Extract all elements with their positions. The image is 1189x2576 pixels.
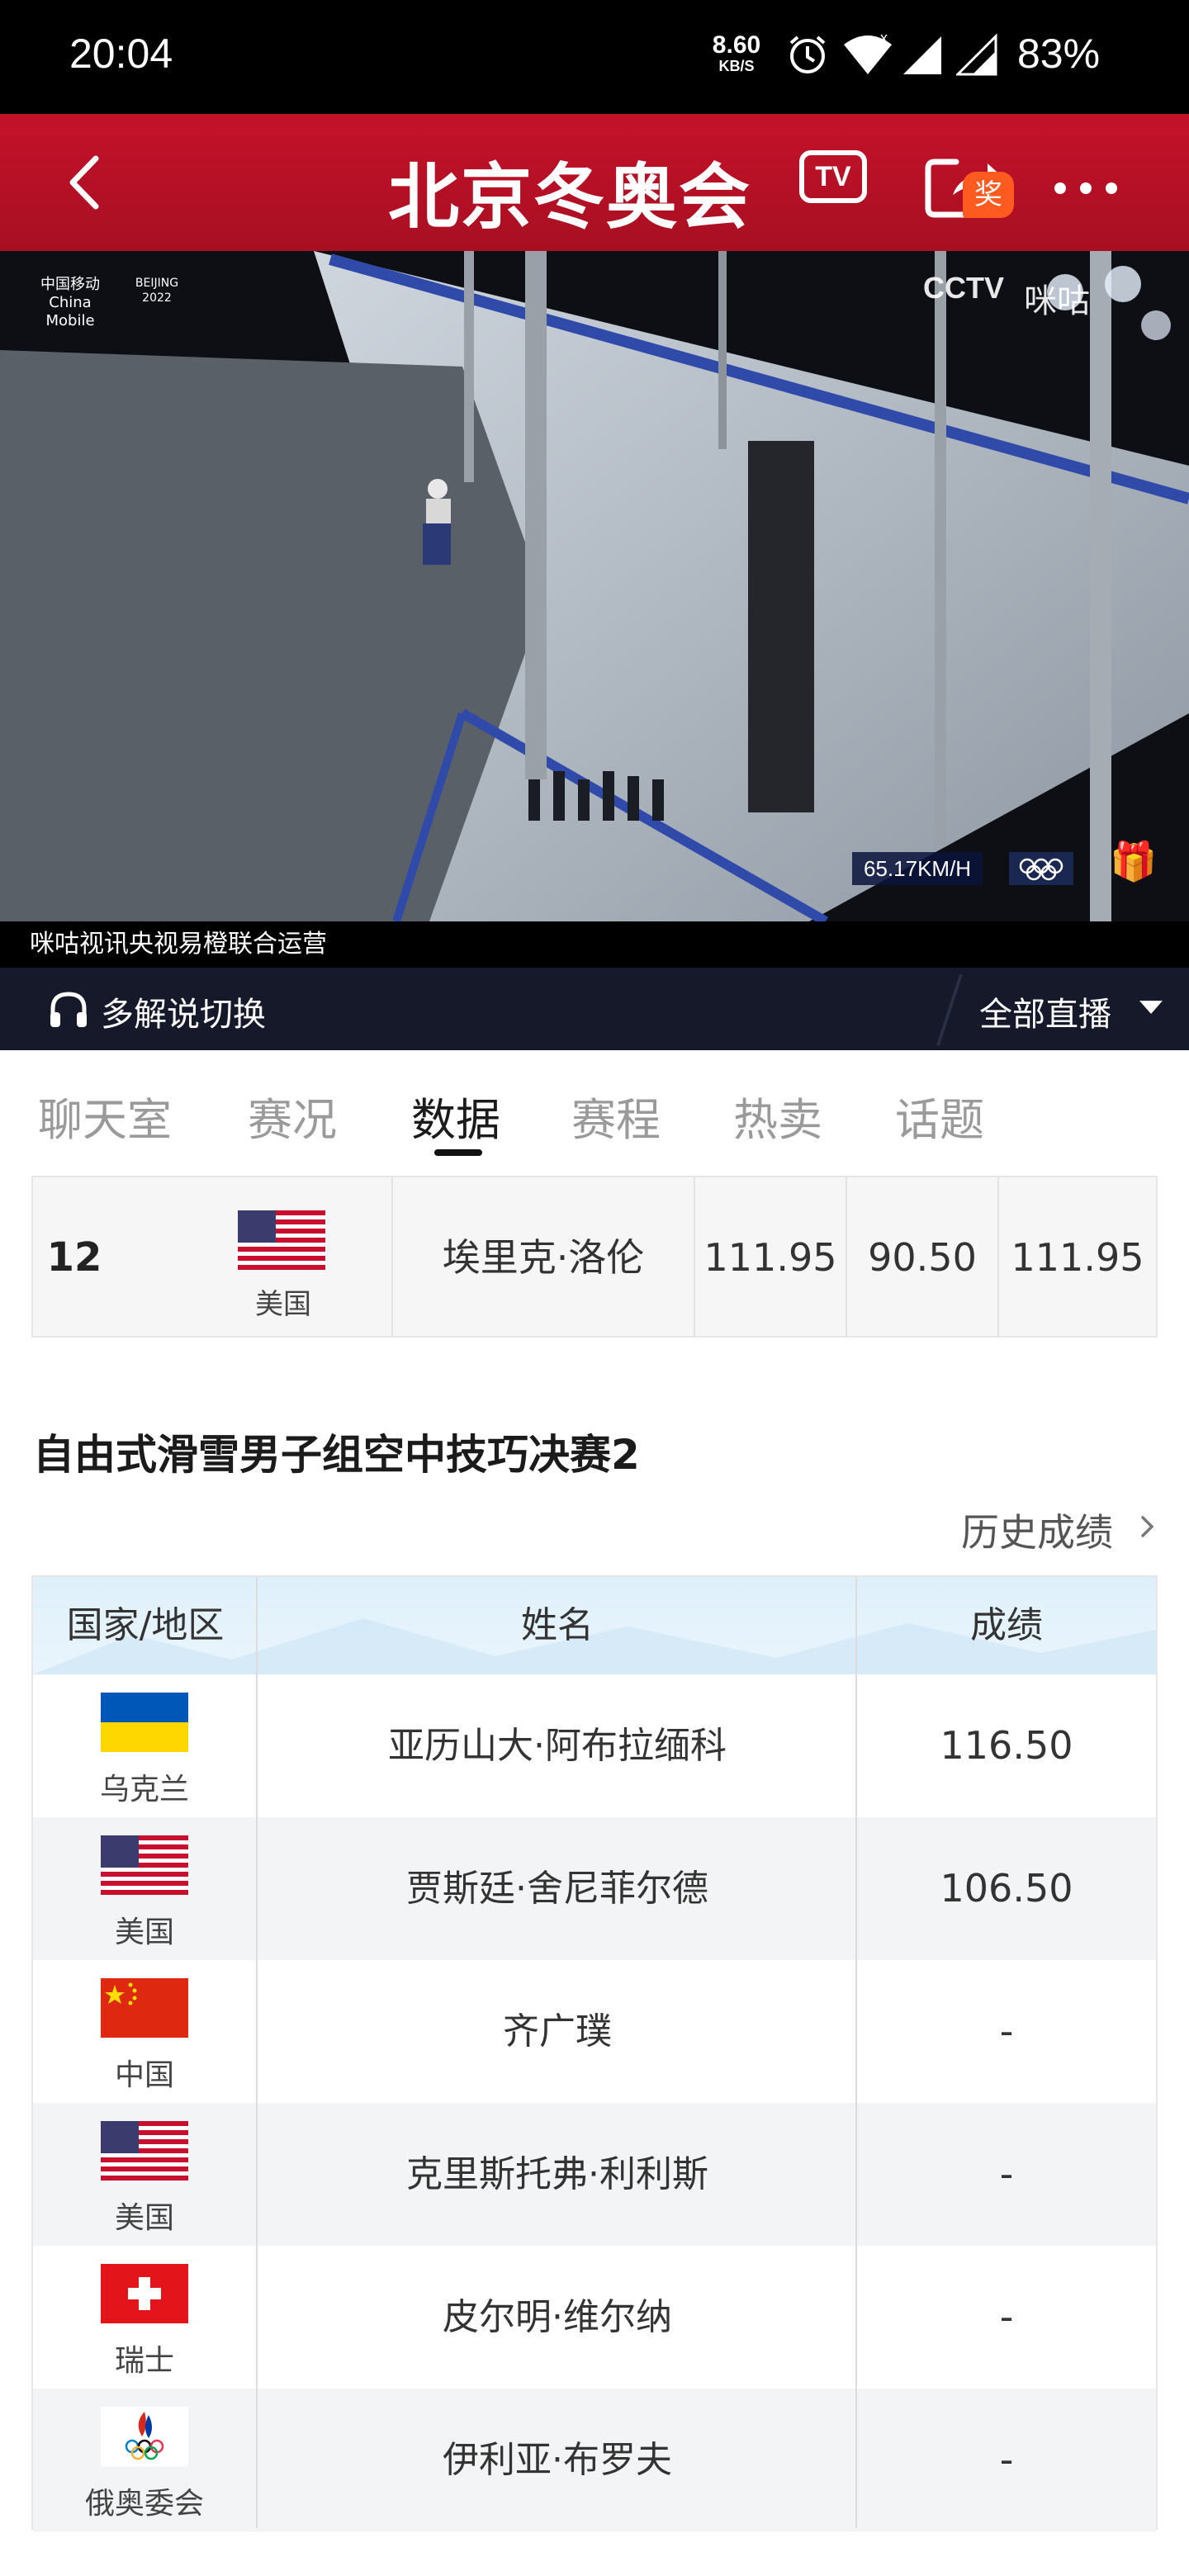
table-row: 美国 克里斯托弗·利利斯 -: [33, 2103, 1156, 2246]
roc-flag-icon: [101, 2407, 188, 2466]
network-speed: 8.60 KB/S: [703, 31, 770, 75]
rank-cell: 12: [46, 1234, 102, 1281]
country-label: 美国: [114, 1915, 174, 1949]
athlete-name: 贾斯廷·舍尼菲尔德: [406, 1868, 708, 1910]
reward-badge[interactable]: 奖: [963, 172, 1014, 218]
chevron-right-icon[interactable]: [1135, 1514, 1159, 1539]
network-speed-unit: KB/S: [718, 58, 755, 74]
history-results-link[interactable]: 历史成绩: [961, 1503, 1113, 1557]
table-row: 中国 齐广璞 -: [33, 1960, 1156, 2103]
athlete-name: 伊利亚·布罗夫: [443, 2439, 672, 2481]
score-cell: -: [999, 2152, 1014, 2196]
tab-data[interactable]: 数据: [411, 1083, 500, 1148]
tab-schedule[interactable]: 赛程: [571, 1083, 661, 1148]
headphones-icon[interactable]: [48, 989, 89, 1030]
more-options-icon[interactable]: [1049, 176, 1123, 201]
section-title: 自由式滑雪男子组空中技巧决赛2: [33, 1431, 640, 1479]
athlete-name: 齐广璞: [503, 2010, 612, 2053]
olympic-rings-icon: [1009, 852, 1073, 885]
score-cell: -: [999, 2294, 1014, 2339]
active-tab-indicator: [434, 1149, 482, 1156]
score-cell: 106.50: [940, 1866, 1073, 1911]
column-divider: [256, 1577, 258, 2528]
us-flag-icon: [238, 1210, 325, 1270]
score-cell: 111.95: [1011, 1235, 1144, 1280]
tab-hot-sale[interactable]: 热卖: [733, 1083, 822, 1148]
ski-slope-scene: [0, 251, 1189, 921]
video-caption: 咪咕视讯央视易橙联合运营: [0, 921, 1189, 968]
score-cell: 116.50: [940, 1723, 1073, 1768]
header-name: 姓名: [521, 1604, 594, 1646]
gift-icon[interactable]: 🎁: [1110, 839, 1157, 884]
table-row: 乌克兰 亚历山大·阿布拉缅科 116.50: [33, 1674, 1156, 1817]
results-table: 国家/地区 姓名 成绩 乌克兰 亚历山大·阿布拉缅科 116.50 美国 贾斯廷…: [31, 1575, 1158, 2531]
commentary-bar: 多解说切换 全部直播: [0, 968, 1189, 1050]
commentary-switch-button[interactable]: 多解说切换: [101, 987, 266, 1035]
page-title: 北京冬奥会: [388, 156, 751, 239]
beijing-2022-logo: BEIJING 2022: [124, 276, 190, 305]
svg-text:x: x: [880, 33, 888, 46]
table-header: 国家/地区 姓名 成绩: [33, 1577, 1156, 1674]
athlete-name: 克里斯托弗·利利斯: [406, 2153, 708, 2195]
country-label: 乌克兰: [99, 1773, 189, 1807]
country-label: 美国: [255, 1288, 311, 1321]
table-row: 俄奥委会 伊利亚·布罗夫 -: [33, 2389, 1156, 2531]
header-country: 国家/地区: [66, 1604, 225, 1646]
table-row: 12 美国 埃里克·洛伦 111.95 90.50 111.95: [31, 1176, 1158, 1338]
cell-signal-icon: [903, 36, 941, 74]
switzerland-flag-icon: [101, 2264, 188, 2323]
score-cell: 90.50: [847, 1177, 999, 1338]
tab-topics[interactable]: 话题: [895, 1083, 984, 1148]
commentary-divider: [936, 974, 963, 1045]
china-mobile-logo: 中国移动 China Mobile: [25, 276, 116, 330]
athlete-name: 皮尔明·维尔纳: [443, 2296, 672, 2338]
athlete-name: 亚历山大·阿布拉缅科: [388, 1725, 727, 1767]
sponsor-logo-line2: China Mobile: [45, 294, 95, 329]
cctv-logo: CCTV: [923, 271, 1004, 305]
tab-match-status[interactable]: 赛况: [248, 1083, 337, 1148]
china-flag-icon: [101, 1978, 188, 2038]
header-score: 成绩: [970, 1604, 1043, 1646]
content-tabs: 聊天室 赛况 数据 赛程 热卖 话题: [0, 1050, 1189, 1174]
status-bar: 20:04 8.60 KB/S x 83%: [0, 0, 1189, 114]
tab-chatroom[interactable]: 聊天室: [38, 1083, 172, 1148]
country-label: 俄奥委会: [84, 2487, 204, 2521]
table-row: 美国 贾斯廷·舍尼菲尔德 106.50: [33, 1817, 1156, 1960]
tv-badge: TV: [799, 150, 867, 203]
migu-logo: 咪咕: [1024, 282, 1090, 320]
network-speed-value: 8.60: [712, 31, 761, 59]
ukraine-flag-icon: [101, 1693, 188, 1752]
country-label: 美国: [114, 2201, 174, 2235]
wifi-icon: x: [844, 33, 892, 74]
games-logo-text: BEIJING 2022: [135, 277, 179, 305]
clock: 20:04: [69, 31, 173, 77]
app-header: 北京冬奥会 TV 奖: [0, 114, 1189, 251]
battery-level: 83%: [1017, 31, 1101, 77]
score-cell: -: [999, 2437, 1014, 2482]
score-cell: -: [999, 2009, 1014, 2053]
column-divider: [855, 1577, 857, 2528]
video-player[interactable]: 中国移动 China Mobile BEIJING 2022 CCTV 咪咕 6…: [0, 251, 1189, 921]
back-arrow-icon[interactable]: [58, 147, 116, 218]
us-flag-icon: [101, 2121, 188, 2181]
athlete-name: 埃里克·洛伦: [393, 1177, 695, 1338]
sponsor-logo-line1: 中国移动: [40, 276, 100, 293]
speed-readout: 65.17KM/H: [852, 852, 983, 885]
us-flag-icon: [101, 1835, 188, 1895]
table-row: 瑞士 皮尔明·维尔纳 -: [33, 2246, 1156, 2389]
country-label: 瑞士: [114, 2344, 174, 2378]
country-label: 中国: [114, 2058, 174, 2092]
cell-signal-2-icon: [956, 33, 997, 76]
score-cell: 111.95: [695, 1177, 847, 1338]
all-live-dropdown[interactable]: 全部直播: [979, 987, 1111, 1035]
alarm-icon: [789, 36, 826, 73]
chevron-down-icon[interactable]: [1139, 1001, 1163, 1014]
